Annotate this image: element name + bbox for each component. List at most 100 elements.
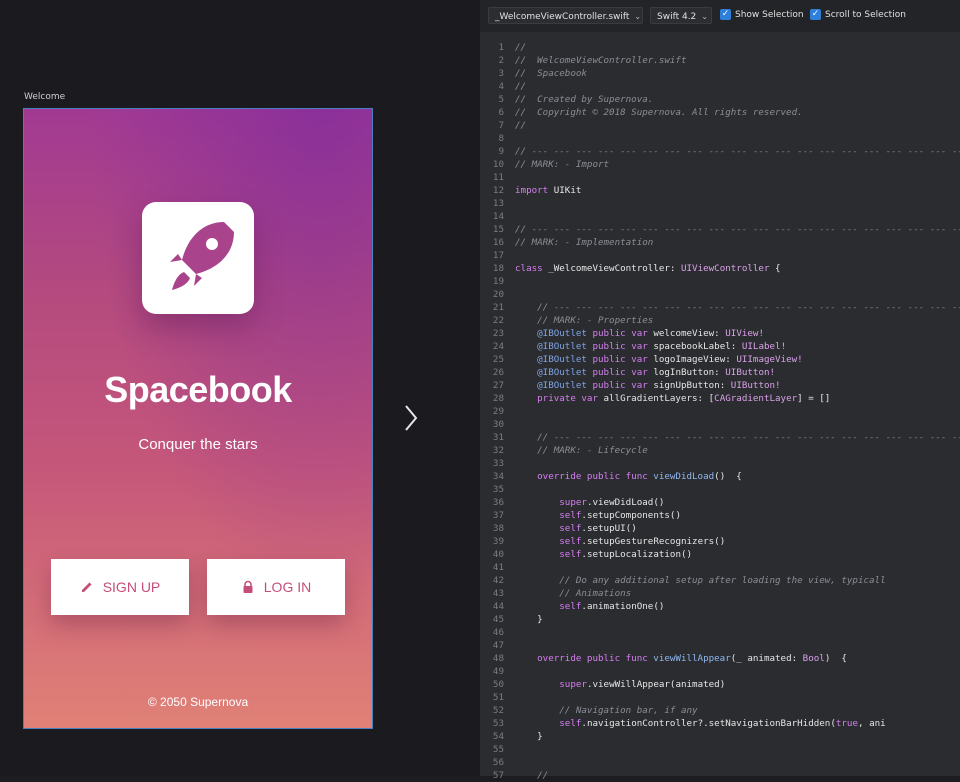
code-text: override public func viewWillAppear(_ an…: [515, 652, 847, 665]
code-token: public var: [586, 341, 648, 352]
line-number: 48: [492, 653, 504, 664]
copyright-text: © 2050 Supernova: [147, 695, 249, 709]
artboard-welcome[interactable]: Spacebook Conquer the stars SIGN UP LOG …: [23, 108, 373, 729]
language-select[interactable]: Swift 4.2 ⌄: [650, 7, 712, 24]
line-number: 6: [498, 107, 504, 118]
code-text: @IBOutlet public var logInButton: UIButt…: [515, 366, 775, 379]
code-text: class _WelcomeViewController: UIViewCont…: [515, 262, 781, 275]
code-token: .setupComponents(): [581, 510, 681, 521]
code-token: // MARK: - Implementation: [515, 237, 654, 248]
show-selection-checkbox[interactable]: ✓ Show Selection: [720, 9, 804, 20]
code-token: @IBOutlet: [537, 328, 587, 339]
code-token: _WelcomeViewController:: [542, 263, 681, 274]
code-token: }: [515, 614, 543, 625]
code-text: // Spacebook: [515, 67, 587, 80]
line-number: 47: [492, 640, 504, 651]
code-token: // --- --- --- --- --- --- --- --- --- -…: [515, 146, 960, 157]
code-token: public var: [586, 354, 648, 365]
code-token: //: [515, 120, 527, 131]
line-number: 41: [492, 562, 504, 573]
code-text: // --- --- --- --- --- --- --- --- --- -…: [515, 223, 960, 236]
pencil-icon: [81, 582, 92, 592]
line-number: 39: [492, 536, 504, 547]
code-text: self.setupComponents(): [515, 509, 681, 522]
line-number: 3: [498, 68, 504, 79]
code-token: logoImageView:: [647, 354, 737, 365]
code-token: public var: [586, 367, 648, 378]
code-text: @IBOutlet public var logoImageView: UIIm…: [515, 353, 803, 366]
code-token: viewDidLoad: [647, 471, 715, 482]
line-number: 22: [492, 315, 504, 326]
line-number: 4: [498, 81, 504, 92]
code-token: public var: [586, 328, 648, 339]
code-token: // --- --- --- --- --- --- --- --- --- -…: [515, 432, 960, 443]
file-select[interactable]: _WelcomeViewController.swift ⌄: [488, 7, 643, 24]
line-number: 19: [492, 276, 504, 287]
code-text: // --- --- --- --- --- --- --- --- --- -…: [515, 431, 960, 444]
line-number: 45: [492, 614, 504, 625]
code-token: //: [515, 81, 527, 92]
code-token: class: [515, 263, 543, 274]
lock-icon: [243, 580, 253, 593]
code-token: self: [559, 549, 582, 560]
code-token: @IBOutlet: [537, 354, 587, 365]
code-text: super.viewDidLoad(): [515, 496, 664, 509]
code-text: import UIKit: [515, 184, 581, 197]
line-number: 54: [492, 731, 504, 742]
line-number: 37: [492, 510, 504, 521]
chevron-right-icon[interactable]: [404, 404, 418, 432]
code-token: viewWillAppear: [647, 653, 731, 664]
code-text: }: [515, 613, 543, 626]
login-button[interactable]: LOG IN: [207, 559, 345, 615]
code-text: //: [515, 41, 526, 54]
code-token: .setupUI(): [581, 523, 637, 534]
signup-label: SIGN UP: [102, 579, 161, 595]
code-token: UIViewController: [680, 263, 770, 274]
line-number: 15: [492, 224, 504, 235]
code-token: {: [769, 263, 781, 274]
code-token: override public func: [515, 653, 648, 664]
line-number: 50: [492, 679, 504, 690]
artboard-label: Welcome: [24, 92, 66, 102]
code-token: }: [515, 731, 543, 742]
code-text: //: [515, 80, 526, 93]
code-token: UIButton!: [730, 380, 781, 391]
code-text: // Animations: [515, 587, 631, 600]
code-text: override public func viewDidLoad() {: [515, 470, 742, 483]
code-text: // MARK: - Import: [515, 158, 609, 171]
code-token: UIImageView!: [736, 354, 803, 365]
line-number: 8: [498, 133, 504, 144]
code-editor: _WelcomeViewController.swift ⌄ Swift 4.2 ⌄…: [480, 0, 960, 781]
line-number: 36: [492, 497, 504, 508]
code-token: UIView!: [725, 328, 764, 339]
code-text: // Copyright © 2018 Supernova. All right…: [515, 106, 803, 119]
code-token: ] = []: [797, 393, 831, 404]
logo-tile: [142, 202, 254, 314]
scroll-to-selection-checkbox[interactable]: ✓ Scroll to Selection: [810, 9, 906, 20]
line-number: 40: [492, 549, 504, 560]
code-token: self: [559, 601, 582, 612]
line-number: 55: [492, 744, 504, 755]
code-text: @IBOutlet public var signUpButton: UIBut…: [515, 379, 781, 392]
line-number: 9: [498, 146, 504, 157]
line-number: 49: [492, 666, 504, 677]
signup-button[interactable]: SIGN UP: [51, 559, 189, 615]
line-number: 30: [492, 419, 504, 430]
chevron-down-icon: ⌄: [701, 12, 708, 21]
code-text: // Created by Supernova.: [515, 93, 653, 106]
code-token: self: [559, 536, 582, 547]
line-number: 23: [492, 328, 504, 339]
line-number: 14: [492, 211, 504, 222]
line-number: 52: [492, 705, 504, 716]
code-token: // Animations: [515, 588, 632, 599]
code-token: () {: [714, 471, 742, 482]
code-text: // MARK: - Lifecycle: [515, 444, 648, 457]
code-token: ) {: [824, 653, 847, 664]
